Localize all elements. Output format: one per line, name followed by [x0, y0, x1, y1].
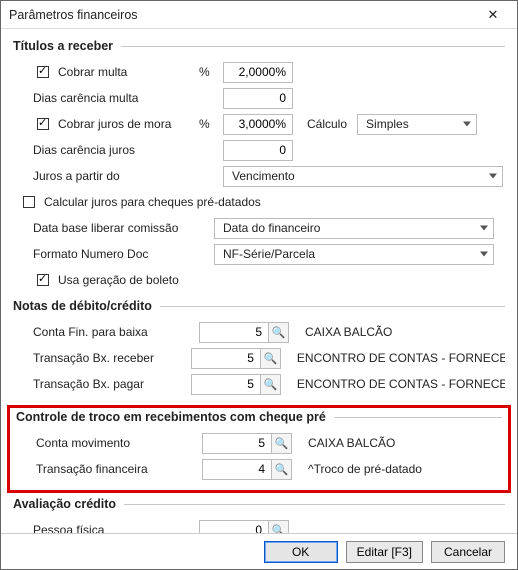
editar-button-label: Editar [F3] — [357, 545, 412, 559]
conta-mov-input[interactable] — [202, 433, 272, 454]
formato-doc-label: Formato Numero Doc — [33, 247, 148, 261]
chevron-down-icon — [480, 252, 488, 257]
conta-fin-lookup-button[interactable]: 🔍 — [269, 322, 289, 343]
calc-precheque-checkbox[interactable] — [23, 196, 35, 208]
group-titulos: Títulos a receber Cobrar multa % Dias ca… — [13, 39, 505, 295]
tx-receber-label: Transação Bx. receber — [33, 351, 154, 365]
chevron-down-icon — [480, 226, 488, 231]
tx-pagar-lookup-button[interactable]: 🔍 — [261, 374, 281, 395]
highlight-box: Controle de troco em recebimentos com ch… — [7, 405, 511, 493]
juros-apartir-combo[interactable]: Vencimento — [223, 166, 503, 187]
calculo-label: Cálculo — [307, 117, 347, 131]
data-base-label: Data base liberar comissão — [33, 221, 178, 235]
group-header-label: Avaliação crédito — [13, 497, 116, 511]
ok-button[interactable]: OK — [264, 541, 338, 563]
separator-line — [121, 46, 505, 47]
carencia-multa-input[interactable] — [223, 88, 293, 109]
data-base-combo[interactable]: Data do financeiro — [214, 218, 494, 239]
usa-boleto-checkbox[interactable] — [37, 274, 49, 286]
separator-line — [124, 504, 505, 505]
cobrar-mora-label: Cobrar juros de mora — [58, 117, 171, 131]
conta-mov-desc: CAIXA BALCÃO — [308, 436, 395, 450]
chevron-down-icon — [489, 174, 497, 179]
formato-doc-value: NF-Série/Parcela — [223, 247, 315, 261]
cancelar-button[interactable]: Cancelar — [431, 541, 505, 563]
data-base-value: Data do financeiro — [223, 221, 320, 235]
group-header-label: Títulos a receber — [13, 39, 113, 53]
pf-label: Pessoa física — [33, 523, 104, 533]
calculo-combo-value: Simples — [366, 117, 409, 131]
juros-apartir-label: Juros a partir do — [33, 169, 120, 183]
carencia-multa-label: Dias carência multa — [33, 91, 138, 105]
calc-precheque-label: Calcular juros para cheques pré-datados — [44, 195, 261, 209]
footer: OK Editar [F3] Cancelar — [1, 533, 517, 569]
separator-line — [160, 306, 505, 307]
separator-line — [334, 417, 502, 418]
group-avaliacao: Avaliação crédito Pessoa física 🔍 Pessoa… — [13, 497, 505, 533]
search-icon: 🔍 — [275, 437, 289, 450]
search-icon: 🔍 — [272, 326, 286, 339]
conta-mov-lookup-button[interactable]: 🔍 — [272, 433, 292, 454]
tx-fin-lookup-button[interactable]: 🔍 — [272, 459, 292, 480]
tx-fin-label: Transação financeira — [36, 462, 148, 476]
group-troco: Controle de troco em recebimentos com ch… — [16, 410, 502, 484]
group-header-label: Controle de troco em recebimentos com ch… — [16, 410, 326, 424]
percent-mark: % — [199, 65, 217, 79]
pf-input[interactable] — [199, 520, 269, 534]
conta-mov-label: Conta movimento — [36, 436, 130, 450]
group-header-titulos: Títulos a receber — [13, 39, 505, 53]
carencia-juros-label: Dias carência juros — [33, 143, 135, 157]
editar-button[interactable]: Editar [F3] — [346, 541, 423, 563]
group-header-debito: Notas de débito/crédito — [13, 299, 505, 313]
multa-percent-input[interactable] — [223, 62, 293, 83]
tx-fin-desc: ^Troco de pré-datado — [308, 462, 422, 476]
conta-fin-label: Conta Fin. para baixa — [33, 325, 148, 339]
cobrar-mora-checkbox[interactable] — [37, 118, 49, 130]
tx-pagar-input[interactable] — [191, 374, 261, 395]
percent-mark: % — [199, 117, 217, 131]
close-icon: ✕ — [488, 7, 499, 23]
ok-button-label: OK — [292, 545, 309, 559]
formato-doc-combo[interactable]: NF-Série/Parcela — [214, 244, 494, 265]
tx-pagar-desc: ENCONTRO DE CONTAS - FORNECED — [297, 377, 505, 391]
chevron-down-icon — [463, 122, 471, 127]
tx-receber-input[interactable] — [191, 348, 261, 369]
calculo-combo[interactable]: Simples — [357, 114, 477, 135]
tx-pagar-label: Transação Bx. pagar — [33, 377, 144, 391]
search-icon: 🔍 — [264, 352, 278, 365]
dialog-window: Parâmetros financeiros ✕ Títulos a receb… — [0, 0, 518, 570]
search-icon: 🔍 — [275, 463, 289, 476]
usa-boleto-label: Usa geração de boleto — [58, 273, 179, 287]
window-title: Parâmetros financeiros — [9, 8, 475, 22]
cobrar-multa-label: Cobrar multa — [58, 65, 127, 79]
conta-fin-input[interactable] — [199, 322, 269, 343]
juros-apartir-value: Vencimento — [232, 169, 295, 183]
cancelar-button-label: Cancelar — [444, 545, 492, 559]
conta-fin-desc: CAIXA BALCÃO — [305, 325, 392, 339]
tx-fin-input[interactable] — [202, 459, 272, 480]
group-debito: Notas de débito/crédito Conta Fin. para … — [13, 299, 505, 399]
tx-receber-lookup-button[interactable]: 🔍 — [261, 348, 281, 369]
tx-receber-desc: ENCONTRO DE CONTAS - FORNECED — [297, 351, 505, 365]
close-button[interactable]: ✕ — [475, 3, 511, 27]
search-icon: 🔍 — [272, 524, 286, 534]
group-header-label: Notas de débito/crédito — [13, 299, 152, 313]
titlebar: Parâmetros financeiros ✕ — [1, 1, 517, 29]
group-header-avaliacao: Avaliação crédito — [13, 497, 505, 511]
carencia-juros-input[interactable] — [223, 140, 293, 161]
cobrar-multa-checkbox[interactable] — [37, 66, 49, 78]
mora-percent-input[interactable] — [223, 114, 293, 135]
pf-lookup-button[interactable]: 🔍 — [269, 520, 289, 534]
search-icon: 🔍 — [264, 378, 278, 391]
group-header-troco: Controle de troco em recebimentos com ch… — [16, 410, 502, 424]
content-area: Títulos a receber Cobrar multa % Dias ca… — [1, 29, 517, 533]
